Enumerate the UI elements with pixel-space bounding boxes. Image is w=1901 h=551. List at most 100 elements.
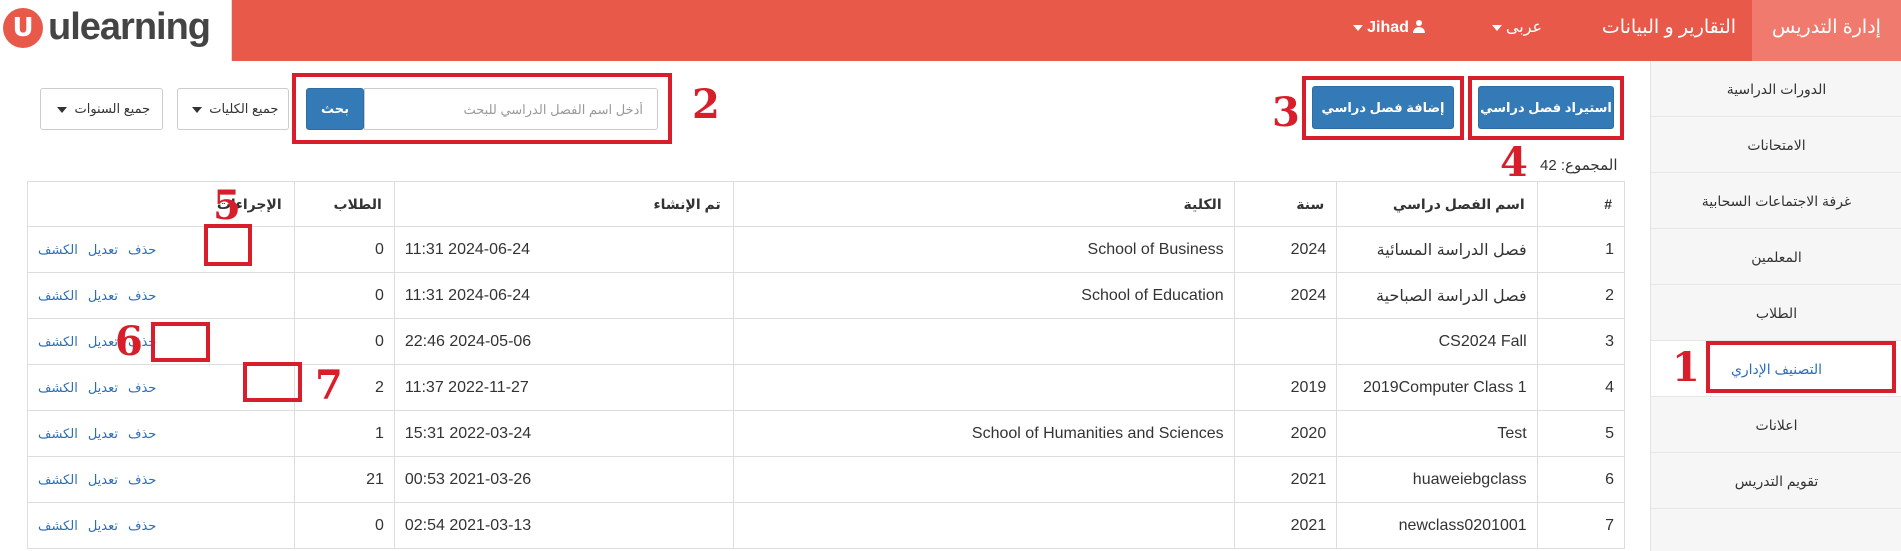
row-class-name: huaweiebgclass (1336, 456, 1538, 503)
annotation-number-3: 3 (1272, 89, 1300, 136)
row-created: 2021-03-13 02:54 (393, 502, 734, 549)
annotation-box-7 (243, 362, 302, 402)
sidebar-item-students[interactable]: الطلاب (1651, 285, 1901, 341)
roster-link[interactable]: الكشف (38, 426, 78, 442)
roster-link[interactable]: الكشف (38, 518, 78, 534)
row-faculty (732, 502, 1235, 549)
col-header-actions: الإجراءات (27, 181, 295, 227)
edit-link[interactable]: تعديل (88, 288, 118, 304)
faculty-filter-dropdown[interactable]: جميع الكليات (177, 88, 289, 130)
language-menu[interactable]: عربى (1475, 0, 1555, 61)
annotation-box-6 (151, 322, 210, 362)
nav-reports[interactable]: التقارير و البيانات (1588, 0, 1750, 61)
roster-link[interactable]: الكشف (38, 334, 78, 350)
roster-link[interactable]: الكشف (38, 242, 78, 258)
row-faculty: School of Education (732, 272, 1235, 319)
row-actions: حذف تعديل الكشف (27, 226, 295, 273)
top-navbar: U ulearning Jihad عربى التقارير و البيان… (0, 0, 1901, 61)
row-class-name: newclass0201001 (1336, 502, 1538, 549)
total-count: المجموع: 42 (1540, 157, 1618, 174)
row-class-name: فصل الدراسة الصباحية (1336, 272, 1538, 319)
row-actions: حذف تعديل الكشف (27, 410, 295, 457)
col-header-faculty: الكلية (732, 181, 1235, 227)
row-faculty: School of Humanities and Sciences (732, 410, 1235, 457)
logo[interactable]: U ulearning (0, 0, 232, 61)
row-faculty (732, 456, 1235, 503)
sidebar-item-cloud-meeting[interactable]: غرفة الاجتماعات السحابية (1651, 173, 1901, 229)
edit-link[interactable]: تعديل (88, 380, 118, 396)
annotation-number-4: 4 (1500, 139, 1528, 186)
row-class-name: Test (1336, 410, 1538, 457)
row-created: 2022-11-27 11:37 (393, 364, 734, 411)
sidebar-item-teaching-calendar[interactable]: تقويم التدريس (1651, 453, 1901, 509)
col-header-students: الطلاب (293, 181, 395, 227)
delete-link[interactable]: حذف (128, 242, 156, 258)
logo-badge-icon: U (3, 8, 43, 48)
language-label: عربى (1505, 19, 1543, 36)
table-row: 6 huaweiebgclass 2021 2021-03-26 00:53 2… (27, 456, 1626, 503)
table-row: 1 فصل الدراسة المسائية 2024 School of Bu… (27, 226, 1626, 273)
row-actions: حذف تعديل الكشف (27, 502, 295, 549)
roster-link[interactable]: الكشف (38, 288, 78, 304)
edit-link[interactable]: تعديل (88, 518, 118, 534)
delete-link[interactable]: حذف (128, 426, 156, 442)
edit-link[interactable]: تعديل (88, 242, 118, 258)
row-students: 1 (293, 410, 395, 457)
sidebar-item-exams[interactable]: الامتحانات (1651, 117, 1901, 173)
table-row: 2 فصل الدراسة الصباحية 2024 School of Ed… (27, 272, 1626, 319)
row-year: 2024 (1233, 226, 1338, 273)
edit-link[interactable]: تعديل (88, 334, 118, 350)
faculty-filter-label: جميع الكليات (209, 101, 279, 116)
row-index: 4 (1536, 364, 1626, 411)
row-class-name: 2019Computer Class 1 (1336, 364, 1538, 411)
row-index: 3 (1536, 318, 1626, 365)
annotation-box-1 (1706, 341, 1896, 393)
chevron-down-icon (191, 106, 202, 113)
row-students: 0 (293, 272, 395, 319)
roster-link[interactable]: الكشف (38, 380, 78, 396)
roster-link[interactable]: الكشف (38, 472, 78, 488)
user-menu[interactable]: Jihad (1337, 0, 1437, 61)
annotation-number-1: 1 (1672, 344, 1700, 391)
edit-link[interactable]: تعديل (88, 426, 118, 442)
row-year: 2019 (1233, 364, 1338, 411)
chevron-down-icon (1353, 24, 1364, 31)
row-class-name: CS2024 Fall (1336, 318, 1538, 365)
sidebar-item-announcements[interactable]: اعلانات (1651, 397, 1901, 453)
chevron-down-icon (56, 106, 67, 113)
row-index: 6 (1536, 456, 1626, 503)
row-students: 0 (293, 502, 395, 549)
row-year (1233, 318, 1338, 365)
sidebar: الدورات الدراسية الامتحانات غرفة الاجتما… (1650, 61, 1901, 551)
row-faculty: School of Business (732, 226, 1235, 273)
row-year: 2024 (1233, 272, 1338, 319)
row-actions: حذف تعديل الكشف (27, 456, 295, 503)
sidebar-item-teachers[interactable]: المعلمين (1651, 229, 1901, 285)
table-row: 3 CS2024 Fall 2024-05-06 22:46 0 حذفتعدي… (27, 318, 1626, 365)
row-year: 2020 (1233, 410, 1338, 457)
edit-link[interactable]: تعديل (88, 472, 118, 488)
table-row: 7 newclass0201001 2021 2021-03-13 02:54 … (27, 502, 1626, 549)
row-students: 21 (293, 456, 395, 503)
user-name: Jihad (1367, 19, 1409, 36)
delete-link[interactable]: حذف (128, 380, 156, 396)
table-header-row: # اسم الفصل دراسي سنة الكلية تم الإنشاء … (27, 181, 1626, 227)
nav-teaching-admin[interactable]: إدارة التدريس (1752, 0, 1901, 61)
row-created: 2022-03-24 15:31 (393, 410, 734, 457)
chevron-down-icon (1491, 24, 1502, 31)
row-class-name: فصل الدراسة المسائية (1336, 226, 1538, 273)
year-filter-dropdown[interactable]: جميع السنوات (40, 88, 163, 130)
logo-text: ulearning (48, 6, 211, 48)
row-actions: حذف تعديل الكشف (27, 272, 295, 319)
delete-link[interactable]: حذف (128, 472, 156, 488)
delete-link[interactable]: حذف (128, 518, 156, 534)
annotation-box-3 (1302, 76, 1464, 140)
annotation-number-2: 2 (692, 81, 720, 128)
row-index: 5 (1536, 410, 1626, 457)
row-year: 2021 (1233, 456, 1338, 503)
row-created: 2024-06-24 11:31 (393, 226, 734, 273)
col-header-year: سنة (1233, 181, 1338, 227)
col-header-name: اسم الفصل دراسي (1336, 181, 1538, 227)
sidebar-item-courses[interactable]: الدورات الدراسية (1651, 61, 1901, 117)
delete-link[interactable]: حذف (128, 288, 156, 304)
